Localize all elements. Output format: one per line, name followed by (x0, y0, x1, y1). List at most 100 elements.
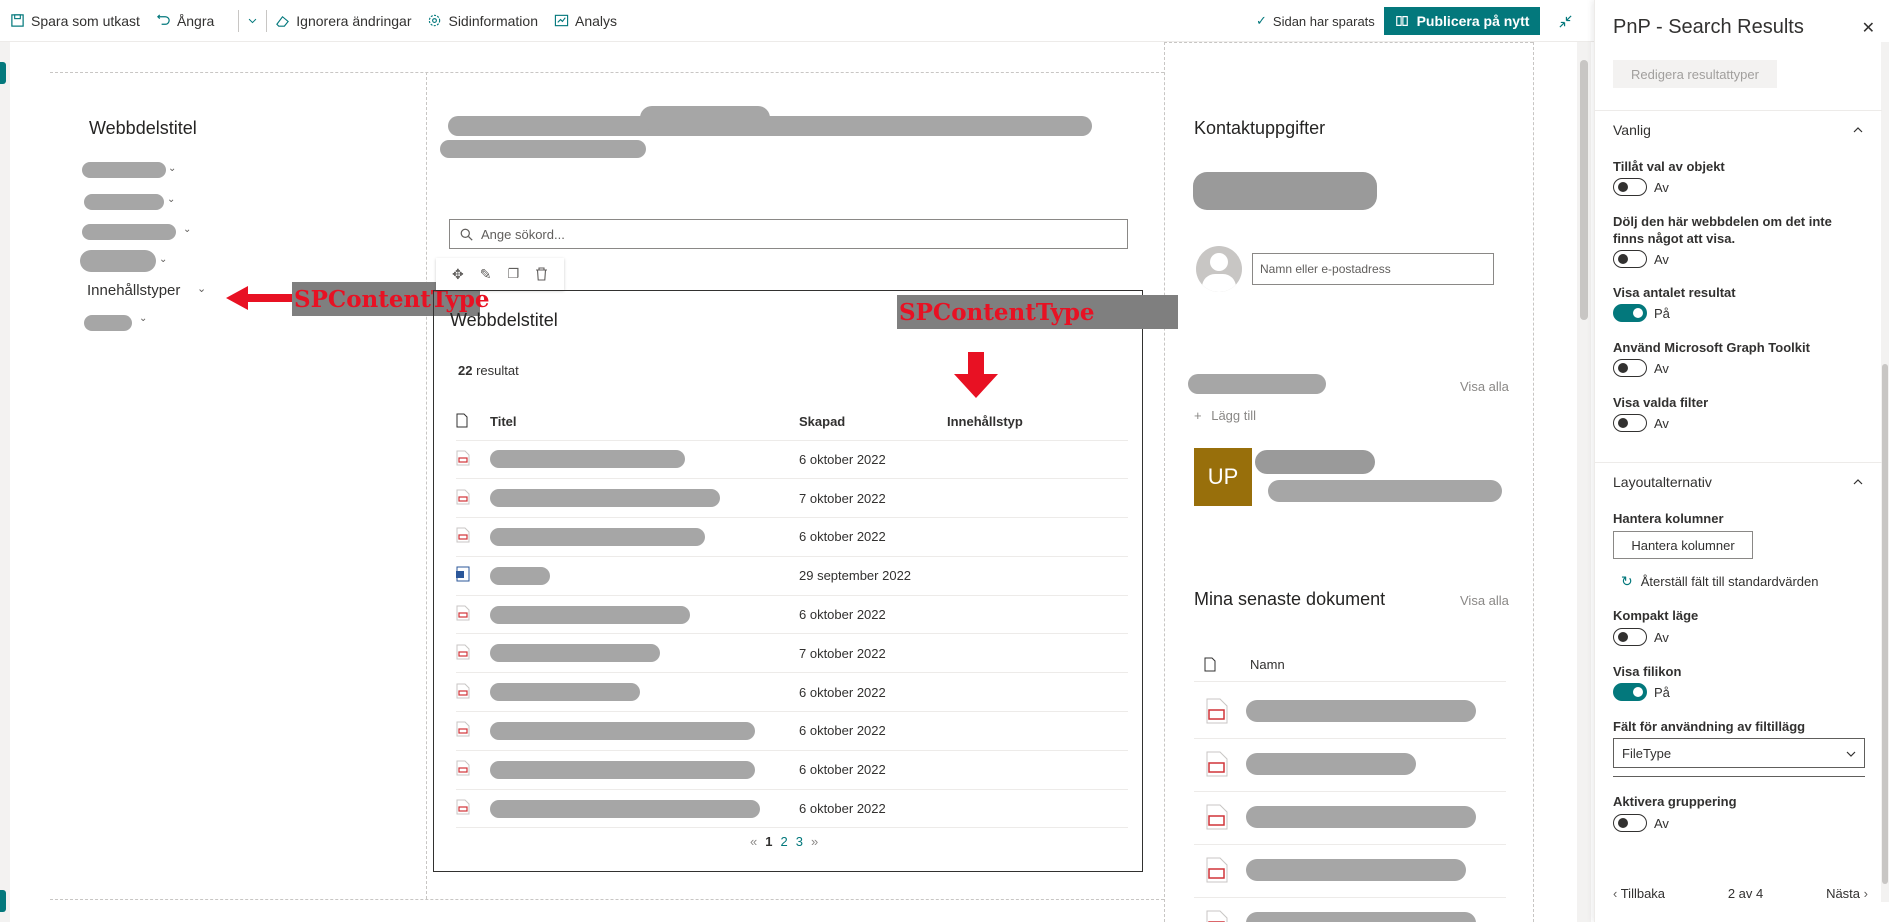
table-row[interactable]: 6 oktober 2022 (456, 517, 1128, 557)
show-filters-label: Visa valda filter (1613, 395, 1709, 410)
document-icon (456, 413, 468, 428)
edit-result-types-button[interactable]: Redigera resultattyper (1613, 60, 1777, 88)
title-column-header[interactable]: Titel (490, 404, 799, 441)
table-row[interactable]: 6 oktober 2022 (456, 750, 1128, 790)
page-details-button[interactable]: Sidinformation (427, 13, 538, 29)
people-picker-input[interactable]: Namn eller e-postadress (1252, 253, 1494, 285)
chevron-down-icon[interactable]: ⌄ (183, 224, 191, 235)
show-count-toggle[interactable] (1613, 304, 1647, 322)
show-count-label: Visa antalet resultat (1613, 285, 1736, 300)
redacted-text (440, 140, 646, 158)
hide-if-empty-toggle[interactable] (1613, 250, 1647, 268)
table-row[interactable]: 6 oktober 2022 (456, 789, 1128, 829)
chevron-up-icon[interactable] (1853, 477, 1863, 487)
pager-next[interactable]: » (811, 834, 818, 849)
title-cell[interactable] (490, 672, 799, 713)
list-item[interactable] (1194, 845, 1506, 898)
initials-tile[interactable]: UP (1194, 448, 1252, 506)
created-cell: 6 oktober 2022 (799, 789, 947, 829)
chevron-down-icon[interactable]: ⌄ (197, 282, 206, 295)
table-row[interactable]: 7 oktober 2022 (456, 633, 1128, 674)
save-draft-button[interactable]: Spara som utkast (10, 13, 140, 29)
pager-page-1[interactable]: 1 (765, 834, 772, 849)
refiner-content-types[interactable]: Innehållstyper (87, 282, 180, 299)
trash-icon[interactable] (535, 267, 548, 281)
reset-fields-button[interactable]: ↻ Återställ fält till standardvärden (1621, 573, 1819, 590)
chevron-up-icon[interactable] (1853, 125, 1863, 135)
compact-state: Av (1654, 630, 1669, 645)
title-cell[interactable] (490, 711, 799, 751)
undo-dropdown-button[interactable] (247, 15, 258, 26)
file-type-cell (456, 711, 490, 751)
file-icon-toggle[interactable] (1613, 683, 1647, 701)
edit-icon[interactable]: ✎ (480, 266, 492, 283)
allow-select-toggle[interactable] (1613, 178, 1647, 196)
chevron-down-icon[interactable]: ⌄ (159, 254, 167, 265)
pane-scrollbar-thumb[interactable] (1882, 364, 1888, 884)
search-box[interactable]: Ange sökord... (449, 219, 1128, 249)
table-row[interactable]: 6 oktober 2022 (456, 595, 1128, 635)
recent-docs-view-all[interactable]: Visa alla (1460, 593, 1509, 608)
add-link-button[interactable]: + Lägg till (1194, 408, 1256, 423)
list-item[interactable] (1194, 739, 1506, 792)
content-type-column-header[interactable]: Innehållstyp (947, 404, 1128, 441)
redacted-title (490, 760, 755, 779)
annotation-label-right: SPContentType (897, 295, 1178, 329)
undo-button[interactable]: Ångra (156, 13, 214, 29)
pager-prev[interactable]: « (750, 834, 757, 849)
title-cell[interactable] (490, 789, 799, 829)
duplicate-icon[interactable]: ❐ (507, 266, 519, 282)
chevron-down-icon[interactable]: ⌄ (168, 163, 176, 174)
name-column-header[interactable]: Namn (1250, 657, 1285, 672)
chevron-down-icon[interactable]: ⌄ (167, 194, 175, 205)
table-row[interactable]: 7 oktober 2022 (456, 478, 1128, 519)
title-cell[interactable] (490, 478, 799, 519)
compact-toggle[interactable] (1613, 628, 1647, 646)
title-cell[interactable] (490, 750, 799, 790)
list-item[interactable] (1194, 898, 1506, 922)
section-layout-header[interactable]: Layoutalternativ (1613, 474, 1712, 490)
chevron-right-icon: › (1860, 886, 1868, 901)
grouping-toggle[interactable] (1613, 814, 1647, 832)
manage-columns-button[interactable]: Hantera kolumner (1613, 531, 1753, 559)
back-button[interactable]: ‹ Tillbaka (1613, 886, 1665, 901)
move-icon[interactable]: ✥ (452, 266, 464, 283)
left-rail (0, 42, 10, 922)
title-cell[interactable] (490, 517, 799, 557)
chevron-down-icon[interactable]: ⌄ (139, 313, 147, 324)
list-item[interactable] (1194, 686, 1506, 739)
table-row[interactable]: 6 oktober 2022 (456, 672, 1128, 713)
discard-changes-button[interactable]: Ignorera ändringar (275, 13, 411, 29)
collapse-pane-button[interactable] (1548, 4, 1582, 38)
created-column-header[interactable]: Skapad (799, 404, 947, 441)
use-mgt-toggle[interactable] (1613, 359, 1647, 377)
plus-icon: + (1194, 408, 1202, 423)
analytics-button[interactable]: Analys (554, 13, 617, 29)
pane-scrollbar[interactable] (1881, 42, 1889, 902)
table-row[interactable]: 29 september 2022 (456, 556, 1128, 596)
list-item[interactable] (1194, 792, 1506, 845)
filetype-column-header[interactable] (456, 404, 490, 441)
republish-button[interactable]: Publicera på nytt (1384, 7, 1540, 35)
file-ext-dropdown[interactable]: FileType (1613, 738, 1865, 768)
pager-page-2[interactable]: 2 (780, 834, 787, 849)
table-row[interactable]: 6 oktober 2022 (456, 440, 1128, 480)
section-common-header[interactable]: Vanlig (1613, 122, 1651, 138)
pdf-file-icon (456, 644, 470, 660)
table-row[interactable]: 6 oktober 2022 (456, 711, 1128, 751)
results-table: Titel Skapad Innehållstyp 6 oktober 2022… (456, 404, 1128, 829)
next-button[interactable]: Nästa › (1826, 886, 1868, 901)
page-scrollbar-thumb[interactable] (1580, 60, 1588, 320)
file-type-cell (456, 672, 490, 713)
chevron-left-icon: ‹ (1613, 886, 1621, 901)
show-filters-toggle[interactable] (1613, 414, 1647, 432)
title-cell[interactable] (490, 595, 799, 635)
pager-page-3[interactable]: 3 (796, 834, 803, 849)
title-cell[interactable] (490, 440, 799, 480)
title-cell[interactable] (490, 556, 799, 596)
content-type-cell (947, 789, 1128, 829)
page-scrollbar[interactable] (1577, 42, 1591, 922)
title-cell[interactable] (490, 633, 799, 674)
links-view-all[interactable]: Visa alla (1460, 379, 1509, 394)
close-icon[interactable]: ✕ (1862, 18, 1875, 38)
